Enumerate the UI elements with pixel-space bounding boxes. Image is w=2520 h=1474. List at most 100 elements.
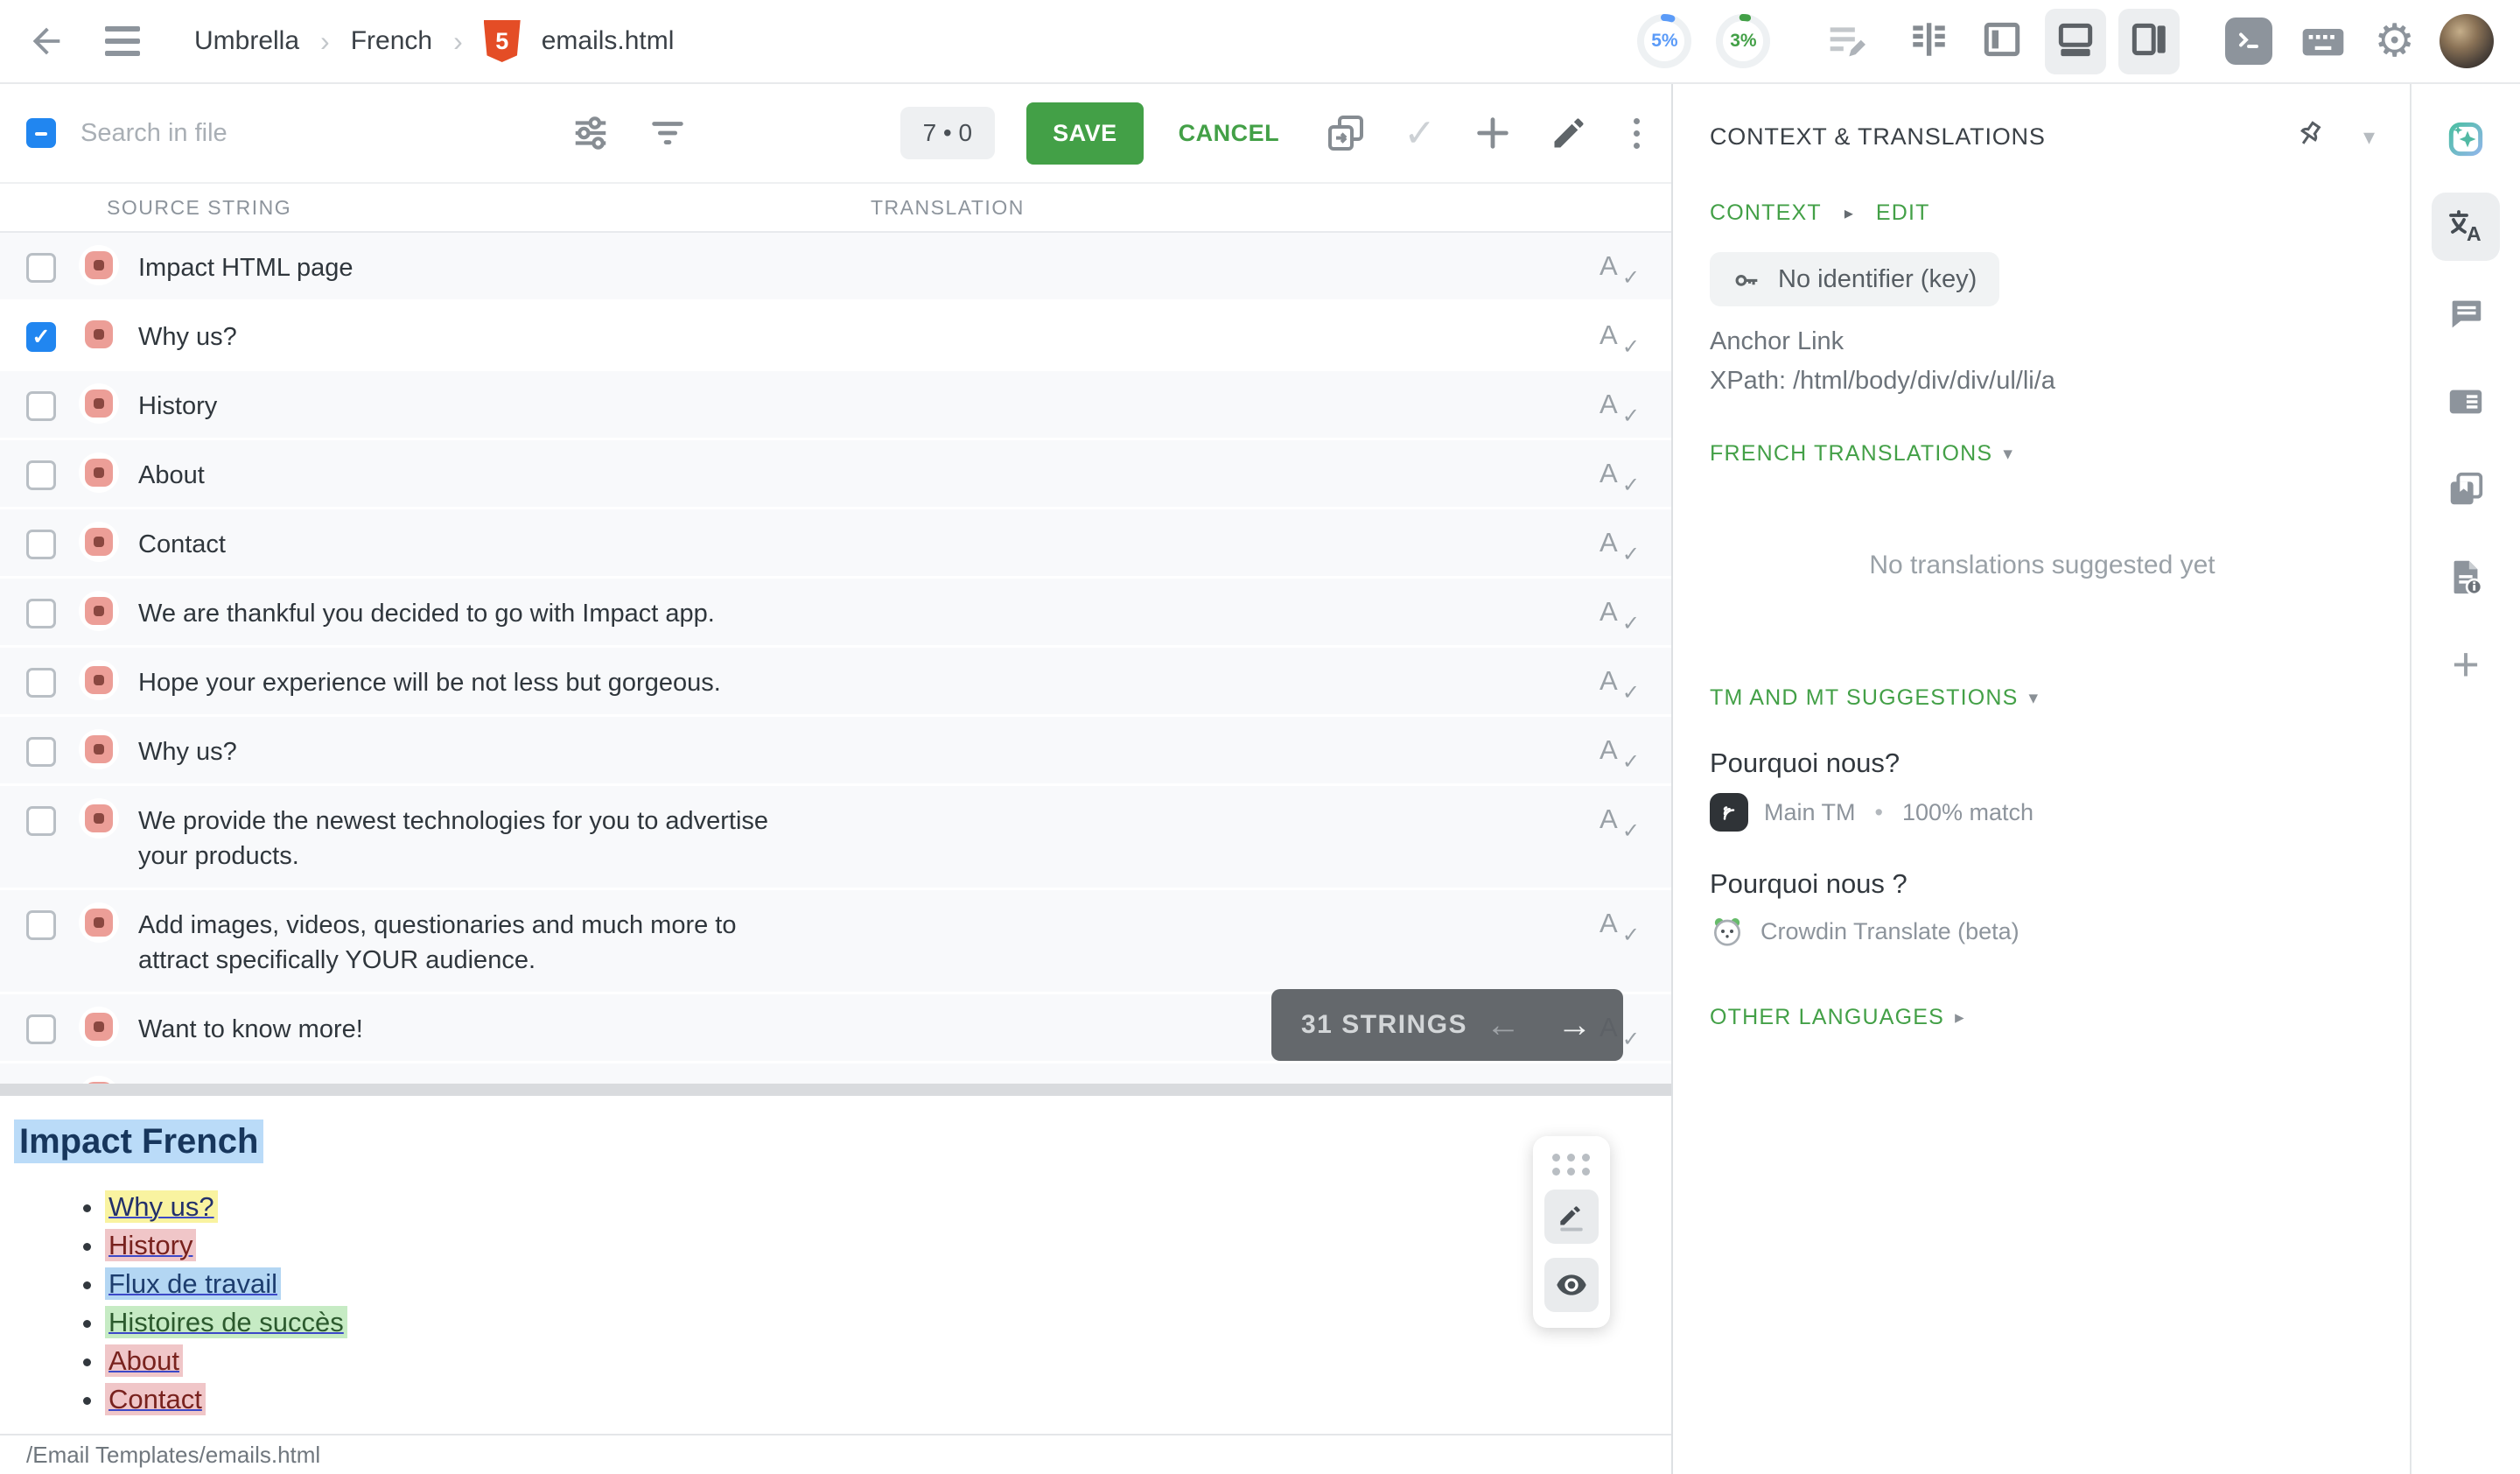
view-bottom-panel-icon[interactable] [2045,9,2106,74]
more-options-icon[interactable] [1628,113,1645,154]
mt-suggestion[interactable]: Pourquoi nous ? Crowdin Translate (beta) [1710,868,2375,949]
tab-edit[interactable]: EDIT [1876,200,1930,226]
edit-pencil-icon[interactable] [1550,114,1588,152]
row-source-text[interactable]: Contact [138,527,226,562]
breadcrumb-language[interactable]: French [351,26,432,56]
table-row[interactable]: Why us? A✓ [0,302,1671,371]
menu-icon[interactable] [105,26,140,56]
view-right-panel-icon[interactable] [2118,9,2180,74]
preview-link[interactable]: Why us? [105,1190,218,1223]
row-checkbox[interactable] [26,806,56,836]
row-checkbox[interactable] [26,530,56,559]
settings-gear-icon[interactable]: ⚙ [2374,18,2415,64]
preview-link[interactable]: History [105,1229,196,1261]
spellcheck-icon[interactable]: A✓ [1600,389,1638,420]
cancel-button[interactable]: CANCEL [1179,120,1280,147]
row-source-text[interactable]: Why us? [138,734,237,769]
spellcheck-icon[interactable]: A✓ [1600,1081,1638,1084]
table-row[interactable]: About A✓ [0,440,1671,509]
row-source-text[interactable]: History [138,389,217,424]
approve-check-icon[interactable]: ✓ [1404,111,1436,156]
row-source-text[interactable]: We are thankful you decided to go with I… [138,596,715,631]
glossary-tab-icon[interactable] [2432,455,2500,523]
comments-tab-icon[interactable] [2432,280,2500,348]
row-source-text[interactable]: About [138,458,205,493]
row-source-text[interactable]: Hope your experience will be not less bu… [138,665,721,700]
preview-link[interactable]: Flux de travail [105,1267,281,1300]
keyboard-icon[interactable] [2299,17,2348,66]
table-row[interactable]: Hope your experience will be not less bu… [0,648,1671,717]
table-row[interactable]: Add images, videos, questionaries and mu… [0,890,1671,994]
file-info-tab-icon[interactable] [2432,543,2500,611]
preview-edit-button[interactable] [1544,1190,1599,1244]
collapse-panel-icon[interactable]: ▾ [2363,123,2375,151]
preview-visibility-button[interactable] [1544,1258,1599,1312]
filter-icon[interactable] [648,113,688,153]
search-input[interactable] [80,119,466,148]
row-source-text[interactable]: Want to know more! [138,1012,363,1047]
row-source-text[interactable]: We provide the newest technologies for y… [138,804,812,874]
table-row[interactable]: Why us? A✓ [0,717,1671,786]
copy-source-icon[interactable] [1325,112,1367,154]
row-checkbox[interactable] [26,599,56,628]
spellcheck-icon[interactable]: A✓ [1600,527,1638,558]
back-icon[interactable] [26,21,66,61]
terms-tab-icon[interactable] [2432,368,2500,436]
tm-suggestion[interactable]: Pourquoi nous? Main TM • 100% match [1710,748,2375,832]
preview-link[interactable]: Histoires de succès [105,1306,347,1338]
row-checkbox[interactable] [26,668,56,698]
row-checkbox[interactable] [26,1014,56,1044]
table-row[interactable]: Impact HTML page A✓ [0,233,1671,302]
row-source-text[interactable]: Add images, videos, questionaries and mu… [138,908,812,978]
table-row[interactable]: We provide the newest technologies for y… [0,786,1671,890]
avatar[interactable] [2440,14,2494,68]
ai-assistant-icon[interactable] [2432,105,2500,173]
row-source-text[interactable]: Impact HTML page [138,250,354,285]
view-split-icon[interactable] [1971,9,2033,74]
add-panel-icon[interactable]: + [2432,630,2500,698]
translation-progress-ring[interactable]: 5% [1634,11,1695,72]
approval-progress-ring[interactable]: 3% [1712,11,1774,72]
advanced-filter-icon[interactable] [570,113,611,153]
spellcheck-icon[interactable]: A✓ [1600,908,1638,939]
breadcrumb-project[interactable]: Umbrella [194,26,299,56]
row-checkbox[interactable] [26,322,56,352]
row-checkbox[interactable] [26,460,56,490]
edit-list-icon[interactable] [1823,18,1868,64]
table-row[interactable]: » A✓ [0,1063,1671,1084]
row-source-text[interactable]: Why us? [138,319,237,354]
other-languages-header[interactable]: OTHER LANGUAGES ▸ [1710,1005,2375,1030]
spellcheck-icon[interactable]: A✓ [1600,458,1638,489]
prev-page-icon[interactable]: ← [1486,1006,1522,1045]
preview-title[interactable]: Impact French [14,1120,263,1163]
row-checkbox[interactable] [26,910,56,940]
save-button[interactable]: SAVE [1026,102,1144,165]
panel-splitter[interactable] [0,1084,1671,1096]
breadcrumb-file[interactable]: emails.html [542,26,675,56]
preview-link[interactable]: Contact [105,1383,206,1415]
next-page-icon[interactable]: → [1558,1006,1594,1045]
row-checkbox[interactable] [26,737,56,767]
spellcheck-icon[interactable]: A✓ [1600,665,1638,697]
tab-context[interactable]: CONTEXT [1710,200,1822,226]
table-row[interactable]: Contact A✓ [0,509,1671,579]
table-row[interactable]: We are thankful you decided to go with I… [0,579,1671,648]
spellcheck-icon[interactable]: A✓ [1600,319,1638,351]
add-string-icon[interactable] [1473,113,1513,153]
tm-suggestions-header[interactable]: TM AND MT SUGGESTIONS ▾ [1710,685,2375,711]
row-checkbox[interactable] [26,391,56,421]
spellcheck-icon[interactable]: A✓ [1600,250,1638,282]
select-all-checkbox[interactable] [26,118,56,148]
french-translations-header[interactable]: FRENCH TRANSLATIONS ▾ [1710,441,2375,467]
view-table-icon[interactable] [1898,9,1959,74]
spellcheck-icon[interactable]: A✓ [1600,596,1638,628]
row-checkbox[interactable] [26,253,56,283]
table-row[interactable]: History A✓ [0,371,1671,440]
drag-handle-icon[interactable] [1552,1154,1591,1176]
pin-icon[interactable] [2293,119,2325,155]
spellcheck-icon[interactable]: A✓ [1600,734,1638,766]
spellcheck-icon[interactable]: A✓ [1600,804,1638,835]
preview-link[interactable]: About [105,1344,183,1377]
terminal-icon[interactable] [2225,18,2272,65]
row-source-text[interactable]: » [138,1081,152,1084]
